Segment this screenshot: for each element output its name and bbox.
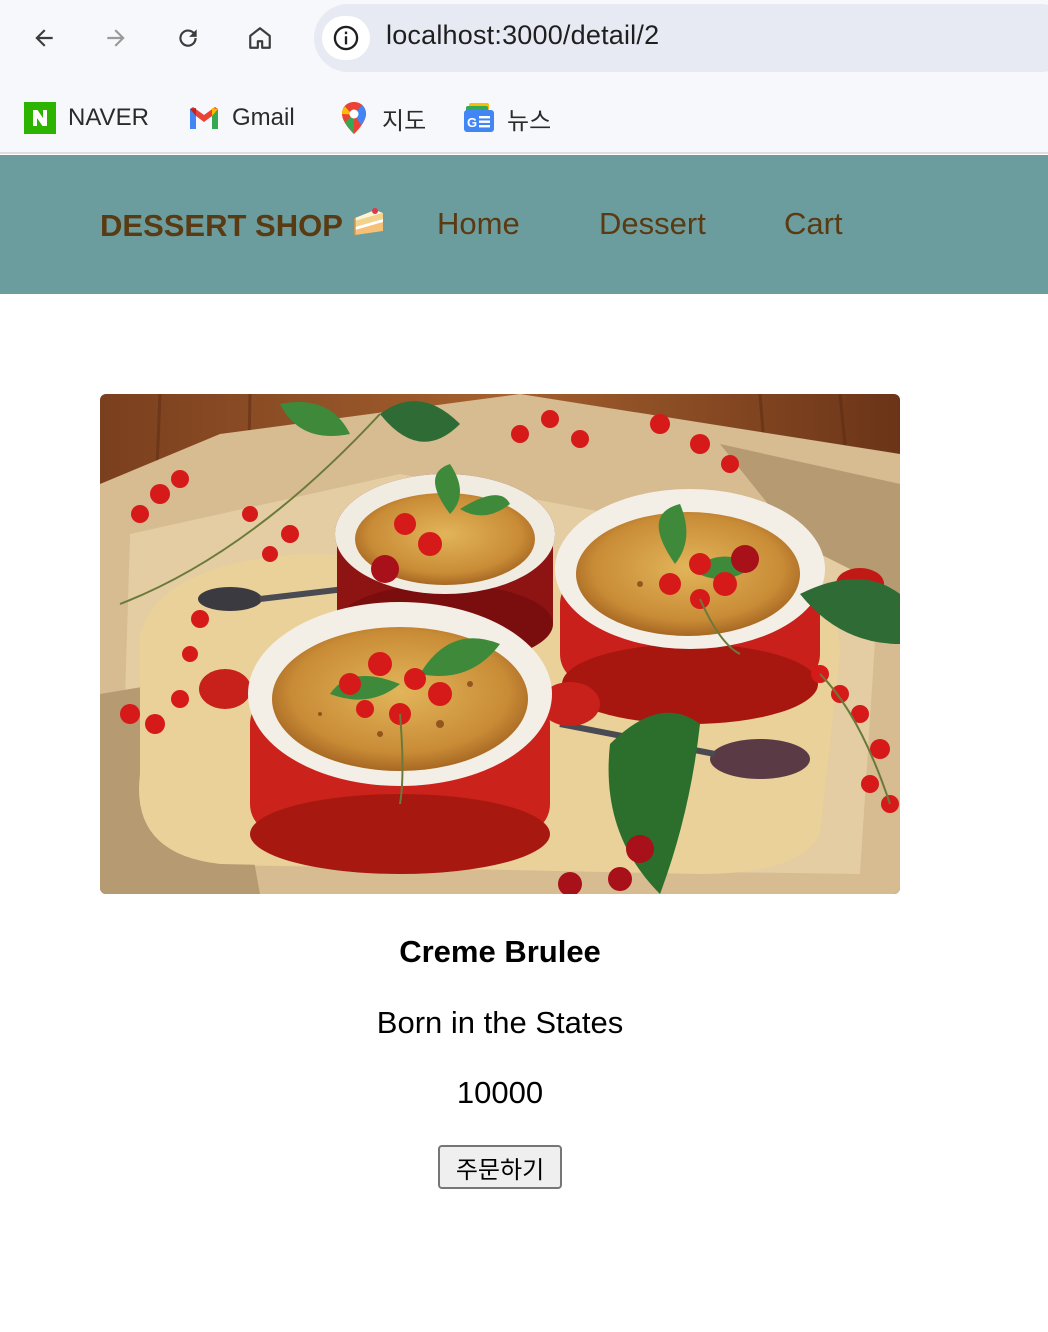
nav-link-home[interactable]: Home — [437, 206, 520, 242]
gmail-icon — [188, 102, 220, 134]
svg-text:G: G — [467, 115, 477, 130]
nav-link-cart[interactable]: Cart — [784, 206, 843, 242]
bookmark-label: Gmail — [232, 104, 295, 131]
nav-link-dessert[interactable]: Dessert — [599, 206, 706, 242]
brand-logo[interactable]: DESSERT SHOP — [100, 207, 387, 245]
reload-icon — [179, 29, 197, 47]
brand-text: DESSERT SHOP — [100, 208, 343, 243]
naver-icon — [24, 102, 56, 134]
back-button[interactable] — [24, 18, 64, 58]
bookmark-label: 지도 — [382, 107, 427, 135]
product-image — [100, 394, 900, 894]
home-icon — [249, 27, 271, 49]
browser-toolbar: localhost:3000/detail/2 — [0, 0, 1048, 78]
product-description: Born in the States — [376, 1005, 624, 1040]
bookmark-label: 뉴스 — [507, 107, 552, 135]
product-price: 10000 — [456, 1075, 544, 1110]
info-icon — [333, 25, 359, 51]
product-title: Creme Brulee — [399, 934, 601, 969]
bookmark-label: NAVER — [68, 104, 149, 131]
bookmark-news[interactable]: G 뉴스 — [463, 102, 552, 135]
arrow-left-icon — [35, 29, 53, 47]
home-button[interactable] — [240, 18, 280, 58]
news-icon: G — [463, 102, 495, 134]
site-info-button[interactable] — [322, 16, 370, 60]
arrow-right-icon — [107, 29, 125, 47]
order-button[interactable]: 주문하기 — [438, 1145, 562, 1189]
maps-icon — [338, 102, 370, 134]
reload-button[interactable] — [168, 18, 208, 58]
bookmark-naver[interactable]: NAVER — [24, 102, 149, 134]
bookmark-maps[interactable]: 지도 — [338, 102, 427, 135]
url-text[interactable]: localhost:3000/detail/2 — [386, 20, 659, 51]
app-navbar: DESSERT SHOP Home Dessert Cart — [0, 155, 1048, 294]
bookmark-gmail[interactable]: Gmail — [188, 102, 295, 134]
cake-icon — [353, 207, 387, 245]
forward-button[interactable] — [96, 18, 136, 58]
bookmarks-bar: NAVER Gmail 지도 G 뉴스 — [0, 78, 1048, 154]
